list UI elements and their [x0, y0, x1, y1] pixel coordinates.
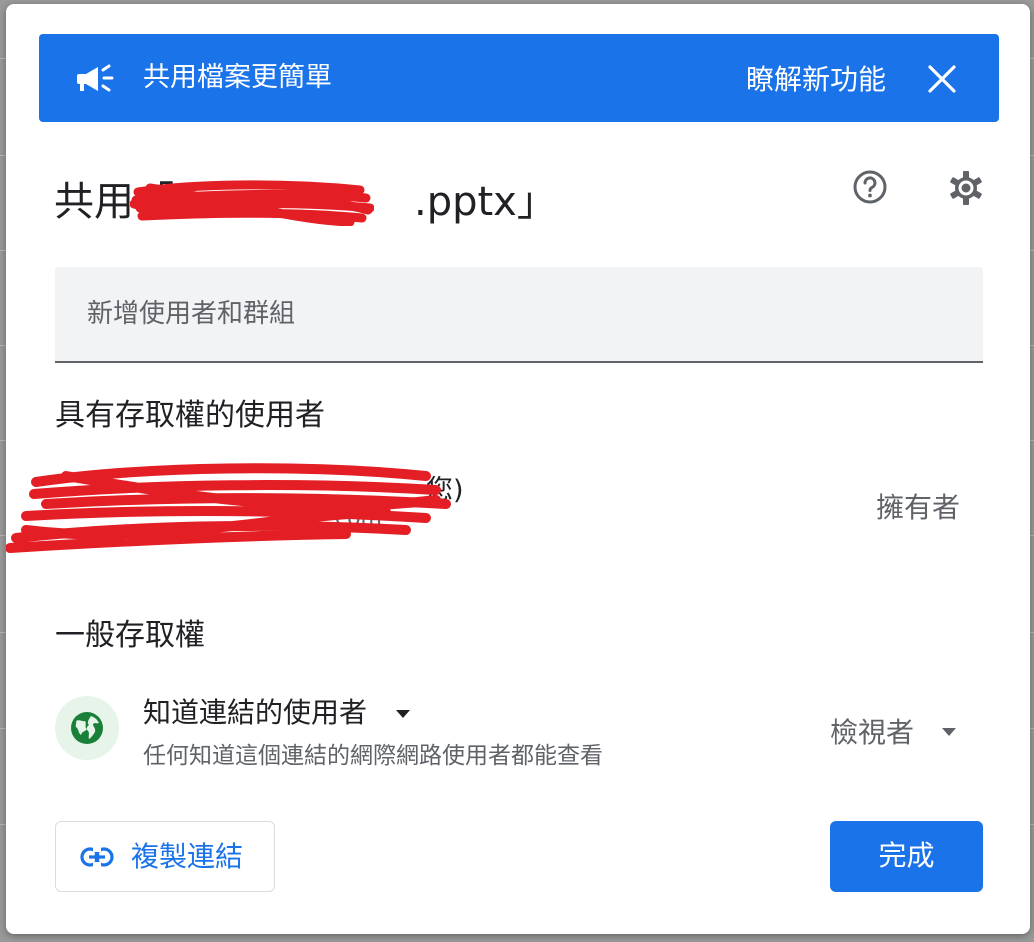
dialog-title: 共用「 .pptx」 [54, 176, 557, 228]
globe-icon [71, 712, 103, 744]
globe-avatar [55, 696, 119, 760]
general-access-heading: 一般存取權 [55, 618, 205, 653]
dialog-title-suffix: .pptx」 [414, 179, 557, 225]
share-dialog: 共用檔案更簡單 瞭解新功能 共用「.pptx」 具有存取權的使用者 [6, 4, 1030, 934]
people-with-access-heading: 具有存取權的使用者 [55, 398, 325, 433]
access-scope-dropdown[interactable]: 知道連結的使用者 [143, 694, 367, 732]
done-button[interactable]: 完成 [830, 821, 983, 892]
link-icon [80, 847, 114, 867]
redaction-scribble [130, 180, 374, 226]
add-people-field[interactable] [55, 267, 983, 363]
done-label: 完成 [878, 839, 935, 872]
chevron-down-icon[interactable] [940, 726, 958, 738]
chevron-down-icon[interactable] [394, 708, 412, 720]
copy-link-button[interactable]: 複製連結 [55, 821, 275, 892]
access-description: 任何知道這個連結的網際網路使用者都能查看 [143, 743, 603, 769]
learn-more-link[interactable]: 瞭解新功能 [746, 62, 886, 98]
feature-banner: 共用檔案更簡單 瞭解新功能 [39, 34, 999, 122]
owner-role: 擁有者 [876, 491, 961, 524]
copy-link-label: 複製連結 [131, 840, 244, 873]
owner-row: 您) .com 擁有者 [6, 456, 1030, 566]
close-icon[interactable] [927, 64, 957, 94]
banner-title: 共用檔案更簡單 [143, 62, 332, 93]
gear-icon[interactable] [946, 168, 986, 208]
add-people-input[interactable] [55, 267, 983, 361]
megaphone-icon [77, 64, 114, 92]
redaction-scribble [6, 463, 451, 553]
access-role-dropdown[interactable]: 檢視者 [830, 714, 914, 752]
help-icon[interactable] [851, 168, 889, 206]
